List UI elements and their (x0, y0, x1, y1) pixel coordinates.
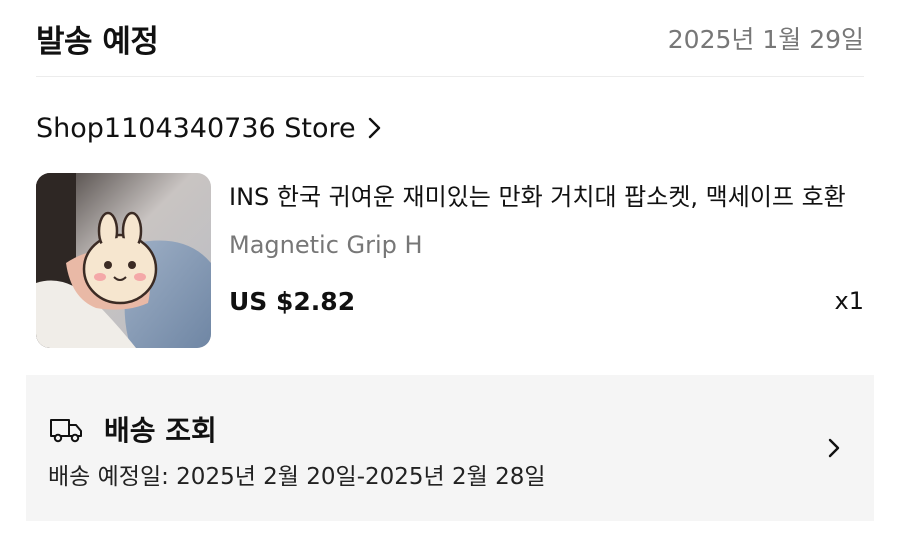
price-row: US $2.82 x1 (229, 281, 864, 321)
store-link[interactable]: Shop1104340736 Store (36, 104, 386, 152)
product-price: US $2.82 (229, 286, 356, 316)
shipping-status-title: 발송 예정 (36, 23, 159, 60)
chevron-right-icon (828, 438, 840, 458)
order-date: 2025년 1월 29일 (667, 25, 864, 54)
product-item[interactable]: INS 한국 귀여운 재미있는 만화 거치대 팝소켓, 맥세이프 호환 Magn… (36, 173, 864, 349)
truck-icon (50, 419, 82, 443)
product-image (36, 173, 211, 348)
product-title[interactable]: INS 한국 귀여운 재미있는 만화 거치대 팝소켓, 맥세이프 호환 (229, 177, 864, 217)
chevron-right-icon (368, 117, 380, 139)
track-shipment-card[interactable]: 배송 조회 배송 예정일: 2025년 2월 20일-2025년 2월 28일 (26, 375, 874, 521)
product-info: INS 한국 귀여운 재미있는 만화 거치대 팝소켓, 맥세이프 호환 Magn… (229, 173, 864, 349)
product-thumbnail[interactable] (36, 173, 211, 348)
product-variant: Magnetic Grip H (229, 231, 423, 259)
product-quantity: x1 (834, 287, 864, 315)
estimated-delivery: 배송 예정일: 2025년 2월 20일-2025년 2월 28일 (48, 464, 546, 490)
track-shipment-title: 배송 조회 (104, 414, 217, 447)
store-name: Shop1104340736 Store (36, 112, 356, 144)
order-status-header: 발송 예정 2025년 1월 29일 (36, 0, 864, 77)
track-shipment-header: 배송 조회 (48, 409, 217, 449)
